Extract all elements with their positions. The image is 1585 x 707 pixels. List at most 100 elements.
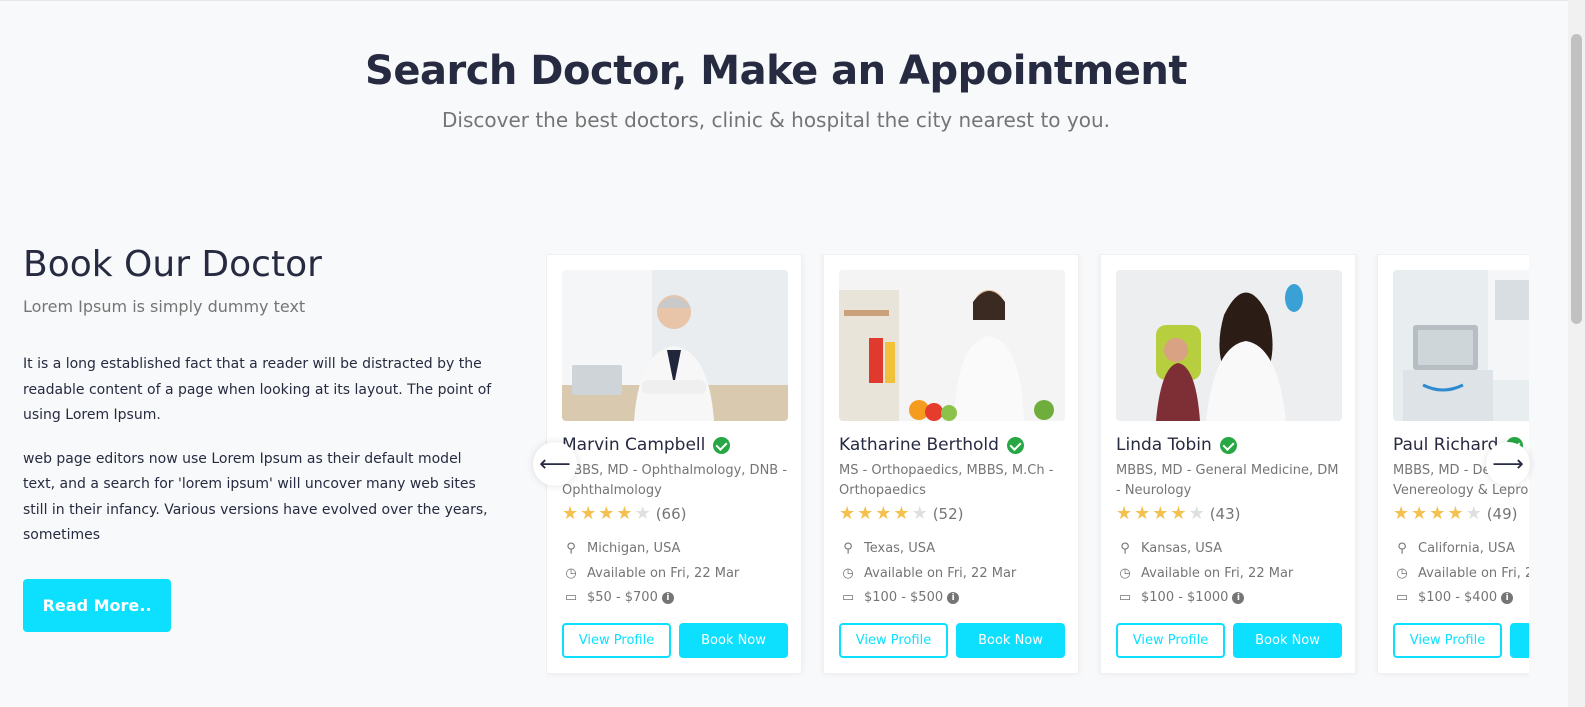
- section-subtitle: Lorem Ipsum is simply dummy text: [23, 297, 306, 316]
- doctor-specialty: MBBS, MD - Ophthalmology, DNB - Ophthalm…: [562, 463, 788, 498]
- money-bill-icon: ▭: [564, 590, 578, 605]
- doctor-availability: ◷ Available on Fri, 22 Mar: [839, 566, 1016, 581]
- doctor-name[interactable]: Marvin Campbell: [562, 435, 705, 455]
- doctor-photo[interactable]: [1393, 270, 1529, 421]
- price-text: $50 - $700: [587, 590, 658, 605]
- review-count: (66): [655, 505, 687, 523]
- page-scrollbar[interactable]: [1568, 0, 1585, 707]
- verified-check-icon: [1219, 436, 1237, 454]
- location-text: Michigan, USA: [587, 541, 681, 556]
- read-more-button[interactable]: Read More..: [23, 579, 171, 632]
- availability-text: Available on Fri, 22 Mar: [864, 566, 1017, 581]
- doctor-availability: ◷ Available on Fri, 22 Mar: [1393, 566, 1529, 581]
- availability-text: Available on Fri, 22 Mar: [1141, 566, 1294, 581]
- info-icon[interactable]: i: [1501, 591, 1514, 604]
- doctor-price: ▭ $100 - $500 i: [839, 590, 960, 605]
- info-icon[interactable]: i: [947, 591, 960, 604]
- doctor-slider: Marvin Campbell MBBS, MD - Ophthalmology,…: [546, 254, 1529, 679]
- doctor-availability: ◷ Available on Fri, 22 Mar: [1116, 566, 1293, 581]
- doctor-name-row[interactable]: Linda Tobin: [1116, 435, 1237, 455]
- clock-icon: ◷: [842, 566, 854, 581]
- doctor-photo[interactable]: [1116, 270, 1342, 421]
- map-marker-icon: ⚲: [1120, 541, 1130, 556]
- doctor-availability: ◷ Available on Fri, 22 Mar: [562, 566, 739, 581]
- review-count: (52): [932, 505, 964, 523]
- star-icon: ★: [1188, 503, 1205, 524]
- card-actions: View Profile Book Now: [1393, 623, 1529, 658]
- star-icon: ★: [1429, 503, 1446, 524]
- doctor-name[interactable]: Katharine Berthold: [839, 435, 999, 455]
- doctor-photo[interactable]: [562, 270, 788, 421]
- doctor-name-row[interactable]: Marvin Campbell: [562, 435, 731, 455]
- price-text: $100 - $400: [1418, 590, 1498, 605]
- star-icon: ★: [580, 503, 597, 524]
- book-now-button[interactable]: Book Now: [1233, 623, 1342, 658]
- map-marker-icon: ⚲: [1397, 541, 1407, 556]
- star-icon: ★: [1170, 503, 1187, 524]
- view-profile-button[interactable]: View Profile: [562, 623, 671, 658]
- slider-prev-button[interactable]: ⟵: [533, 442, 577, 486]
- doctor-name-row[interactable]: Katharine Berthold: [839, 435, 1024, 455]
- doctor-card[interactable]: Katharine Berthold MS - Orthopaedics, MBB…: [823, 254, 1079, 674]
- book-now-button[interactable]: Book Now: [956, 623, 1065, 658]
- doctor-price: ▭ $50 - $700 i: [562, 590, 674, 605]
- verified-check-icon: [713, 436, 731, 454]
- doctor-card[interactable]: Marvin Campbell MBBS, MD - Ophthalmology,…: [546, 254, 802, 674]
- clock-icon: ◷: [1396, 566, 1408, 581]
- map-marker-icon: ⚲: [566, 541, 576, 556]
- scrollbar-thumb[interactable]: [1571, 34, 1582, 324]
- view-profile-button[interactable]: View Profile: [1393, 623, 1502, 658]
- doctor-name[interactable]: Linda Tobin: [1116, 435, 1212, 455]
- view-profile-button[interactable]: View Profile: [1116, 623, 1225, 658]
- review-count: (49): [1486, 505, 1518, 523]
- map-marker-icon: ⚲: [843, 541, 853, 556]
- info-icon[interactable]: i: [1232, 591, 1245, 604]
- location-text: Texas, USA: [864, 541, 936, 556]
- doctor-location: ⚲ Texas, USA: [839, 541, 935, 556]
- top-divider: [0, 0, 1585, 1]
- arrow-right-icon: ⟶: [1492, 451, 1524, 477]
- money-bill-icon: ▭: [841, 590, 855, 605]
- star-icon: ★: [1411, 503, 1428, 524]
- view-profile-button[interactable]: View Profile: [839, 623, 948, 658]
- location-text: Kansas, USA: [1141, 541, 1223, 556]
- book-now-button[interactable]: Book Now: [1510, 623, 1529, 658]
- star-icon: ★: [911, 503, 928, 524]
- star-icon: ★: [1152, 503, 1169, 524]
- doctor-rating: ★ ★ ★ ★ ★ (49): [1393, 503, 1518, 524]
- slider-next-button[interactable]: ⟶: [1486, 442, 1530, 486]
- doctor-specialty: MS - Orthopaedics, MBBS, M.Ch - Orthopae…: [839, 463, 1054, 498]
- info-icon[interactable]: i: [661, 591, 674, 604]
- card-actions: View ProfileBook Now: [1116, 623, 1342, 658]
- doctor-rating: ★ ★ ★ ★ ★ (43): [1116, 503, 1241, 524]
- slider-track: Marvin Campbell MBBS, MD - Ophthalmology,…: [546, 254, 1529, 679]
- star-icon: ★: [1465, 503, 1482, 524]
- star-icon: ★: [893, 503, 910, 524]
- money-bill-icon: ▭: [1395, 590, 1409, 605]
- price-text: $100 - $500: [864, 590, 944, 605]
- doctor-name[interactable]: Paul Richard: [1393, 435, 1498, 455]
- availability-text: Available on Fri, 22 Mar: [587, 566, 740, 581]
- star-icon: ★: [839, 503, 856, 524]
- star-icon: ★: [634, 503, 651, 524]
- about-section: Book Our Doctor Lorem Ipsum is simply du…: [23, 244, 493, 549]
- star-icon: ★: [562, 503, 579, 524]
- doctor-rating: ★ ★ ★ ★ ★ (66): [562, 503, 687, 524]
- card-actions: View ProfileBook Now: [562, 623, 788, 658]
- money-bill-icon: ▭: [1118, 590, 1132, 605]
- doctor-specialty: MBBS, MD - General Medicine, DM - Neurol…: [1116, 463, 1339, 498]
- star-icon: ★: [616, 503, 633, 524]
- star-icon: ★: [1116, 503, 1133, 524]
- star-icon: ★: [857, 503, 874, 524]
- hero-section: Search Doctor, Make an Appointment Disco…: [0, 48, 1552, 132]
- doctor-photo[interactable]: [839, 270, 1065, 421]
- arrow-left-icon: ⟵: [539, 451, 571, 477]
- about-paragraph-1: It is a long established fact that a rea…: [23, 356, 492, 423]
- book-now-button[interactable]: Book Now: [679, 623, 788, 658]
- doctor-price: ▭ $100 - $1000 i: [1116, 590, 1245, 605]
- doctor-location: ⚲ Michigan, USA: [562, 541, 680, 556]
- location-text: California, USA: [1418, 541, 1515, 556]
- doctor-card[interactable]: Linda Tobin MBBS, MD - General Medicine, …: [1100, 254, 1356, 674]
- star-icon: ★: [598, 503, 615, 524]
- doctor-price: ▭ $100 - $400 i: [1393, 590, 1514, 605]
